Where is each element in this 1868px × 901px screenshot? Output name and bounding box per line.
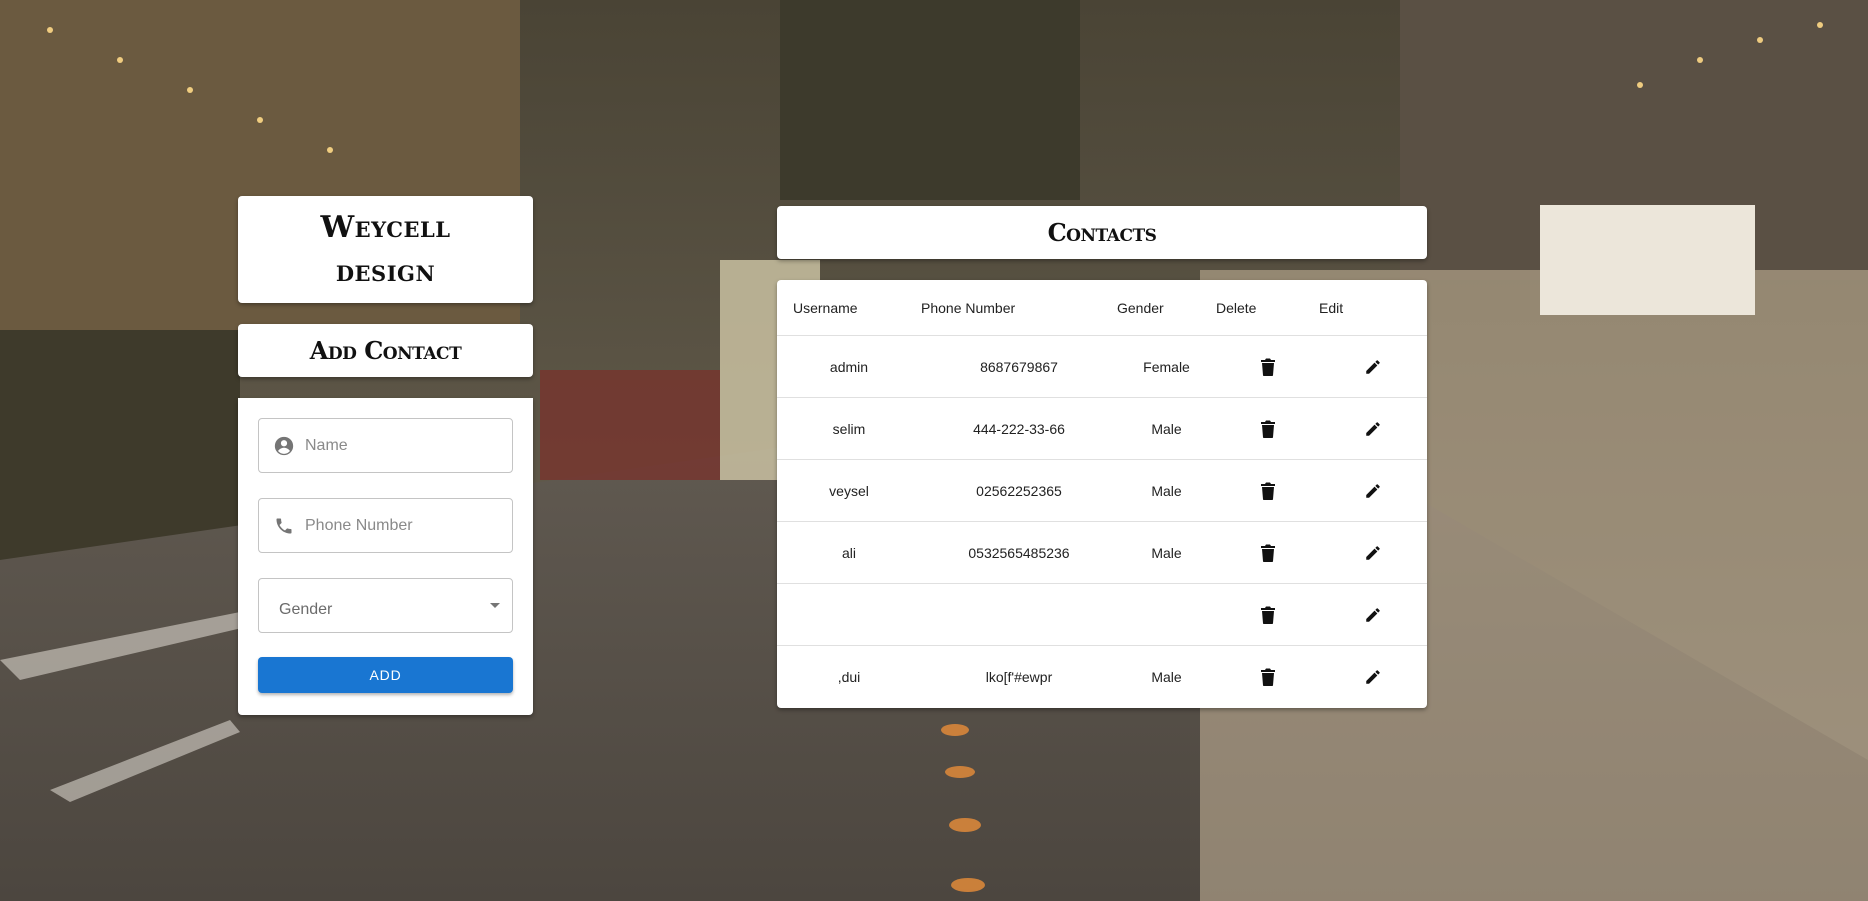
phone-cell: 0532565485236 (921, 521, 1117, 584)
gender-cell: Male (1117, 397, 1216, 460)
username-cell: selim (777, 397, 921, 460)
trash-icon[interactable] (1254, 601, 1282, 629)
delete-cell (1216, 335, 1319, 398)
phone-cell: lko[f'#ewpr (985, 668, 1053, 685)
username-cell: veysel (777, 459, 921, 522)
add-contact-header: Add Contact (238, 324, 533, 377)
add-button[interactable]: ADD (258, 657, 513, 693)
delete-cell (1216, 459, 1319, 522)
name-field[interactable] (258, 418, 513, 473)
username-cell: ali (777, 521, 921, 584)
trash-icon[interactable] (1254, 477, 1282, 505)
gender-cell (1117, 583, 1216, 646)
phone-cell: 444-222-33-66 (921, 397, 1117, 460)
trash-icon[interactable] (1254, 663, 1282, 691)
edit-cell (1319, 521, 1427, 584)
table-row: ali 0532565485236 Male (777, 521, 1427, 584)
edit-cell (1319, 335, 1427, 398)
contacts-header: Contacts (777, 206, 1427, 259)
pencil-icon[interactable] (1359, 539, 1387, 567)
table-row: admin 8687679867 Female (777, 335, 1427, 398)
table-row: veysel 02562252365 Male (777, 459, 1427, 522)
phone-icon (273, 515, 295, 537)
gender-cell: Female (1117, 335, 1216, 398)
gender-select[interactable]: Gender (258, 578, 513, 633)
pencil-icon[interactable] (1359, 353, 1387, 381)
brand-logo: Weycell design (286, 206, 486, 294)
column-header-username: Username (777, 280, 921, 336)
gender-select-label: Gender (279, 600, 333, 618)
column-header-phone: Phone Number (921, 280, 1117, 336)
caret-down-icon[interactable] (490, 603, 500, 608)
username-cell: ,dui (837, 668, 861, 685)
delete-cell (1216, 397, 1319, 460)
edit-cell (1319, 459, 1427, 522)
trash-icon[interactable] (1254, 415, 1282, 443)
brand-line-1: Weycell (320, 209, 451, 245)
delete-cell (1216, 521, 1319, 584)
edit-cell (1319, 397, 1427, 460)
phone-cell: 8687679867 (921, 335, 1117, 398)
phone-field[interactable] (258, 498, 513, 553)
pencil-icon[interactable] (1359, 415, 1387, 443)
table-row: ,dui lko[f'#ewpr Male (777, 646, 1427, 708)
table-row: selim 444-222-33-66 Male (777, 397, 1427, 460)
phone-input[interactable] (305, 516, 495, 535)
add-contact-form: Gender ADD (238, 398, 533, 715)
trash-icon[interactable] (1254, 353, 1282, 381)
username-cell: admin (777, 335, 921, 398)
table-header-row: Username Phone Number Gender Delete Edit (777, 280, 1427, 336)
account-circle-icon (273, 435, 295, 457)
brand-line-2: design (335, 253, 436, 289)
column-header-gender: Gender (1117, 280, 1216, 336)
delete-cell (1216, 646, 1319, 708)
username-cell (777, 583, 921, 646)
gender-cell: Male (1117, 459, 1216, 522)
trash-icon[interactable] (1254, 539, 1282, 567)
gender-cell: Male (1151, 668, 1182, 685)
pencil-icon[interactable] (1359, 601, 1387, 629)
gender-cell: Male (1117, 521, 1216, 584)
contacts-table-card: Username Phone Number Gender Delete Edit… (777, 280, 1427, 708)
contacts-title: Contacts (1047, 218, 1157, 247)
edit-cell (1319, 583, 1427, 646)
edit-cell (1319, 646, 1427, 708)
pencil-icon[interactable] (1359, 663, 1387, 691)
table-row (777, 583, 1427, 646)
phone-cell (921, 583, 1117, 646)
brand-card: Weycell design (238, 196, 533, 303)
delete-cell (1216, 583, 1319, 646)
column-header-edit: Edit (1319, 280, 1427, 336)
contacts-table: Username Phone Number Gender Delete Edit… (777, 280, 1427, 707)
column-header-delete: Delete (1216, 280, 1319, 336)
add-contact-title: Add Contact (309, 336, 462, 365)
phone-cell: 02562252365 (921, 459, 1117, 522)
name-input[interactable] (305, 436, 495, 455)
pencil-icon[interactable] (1359, 477, 1387, 505)
